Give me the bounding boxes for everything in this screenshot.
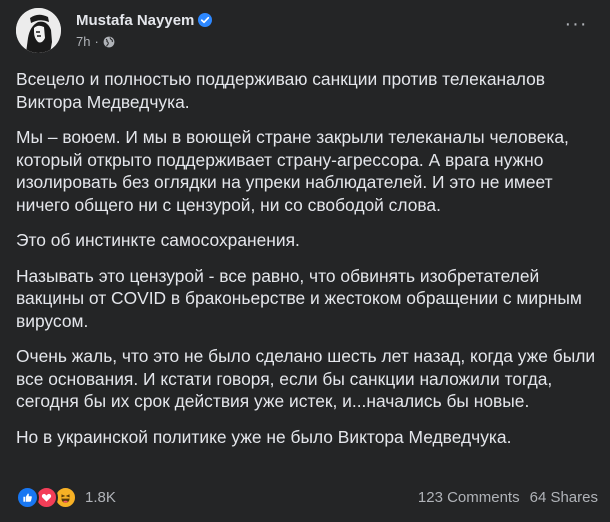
- post-footer: 1.8K 123 Comments 64 Shares: [16, 483, 598, 511]
- post-paragraph: Это об инстинкте самосохранения.: [16, 230, 300, 250]
- post-paragraph: Очень жаль, что это не было сделано шест…: [16, 346, 596, 411]
- avatar-portrait-icon: [16, 8, 61, 53]
- verified-badge-icon: [198, 13, 213, 27]
- post-timestamp[interactable]: 7h: [76, 34, 90, 49]
- engagement-counts: 123 Comments 64 Shares: [418, 489, 598, 506]
- reaction-icons: [16, 485, 77, 509]
- author-name-link[interactable]: Mustafa Nayyem: [76, 12, 213, 29]
- post-body: Всецело и полностью поддерживаю санкции …: [16, 68, 596, 461]
- post-paragraph: Называть это цензурой - все равно, что о…: [16, 265, 582, 331]
- comments-count-link[interactable]: 123 Comments: [418, 489, 520, 506]
- post-header: Mustafa Nayyem 7h · ···: [16, 6, 594, 54]
- reactions-summary[interactable]: 1.8K: [16, 485, 116, 509]
- meta-separator: ·: [94, 34, 99, 49]
- shares-count-link[interactable]: 64 Shares: [530, 489, 598, 506]
- post-paragraph: Мы – воюем. И мы в воющей стране закрыли…: [16, 127, 569, 215]
- post-options-button[interactable]: ···: [558, 10, 594, 46]
- post-paragraph: Всецело и полностью поддерживаю санкции …: [16, 69, 546, 112]
- more-options-icon: ···: [564, 13, 588, 35]
- post-meta: 7h ·: [76, 34, 115, 49]
- author-name: Mustafa Nayyem: [76, 12, 195, 29]
- facebook-post: Mustafa Nayyem 7h · ··· Всецело и полност…: [0, 0, 610, 522]
- like-icon: [16, 485, 39, 509]
- author-avatar[interactable]: [16, 8, 61, 53]
- post-paragraph: Но в украинской политике уже не было Вик…: [16, 426, 512, 447]
- globe-icon[interactable]: [103, 36, 115, 48]
- reaction-count: 1.8K: [85, 488, 116, 506]
